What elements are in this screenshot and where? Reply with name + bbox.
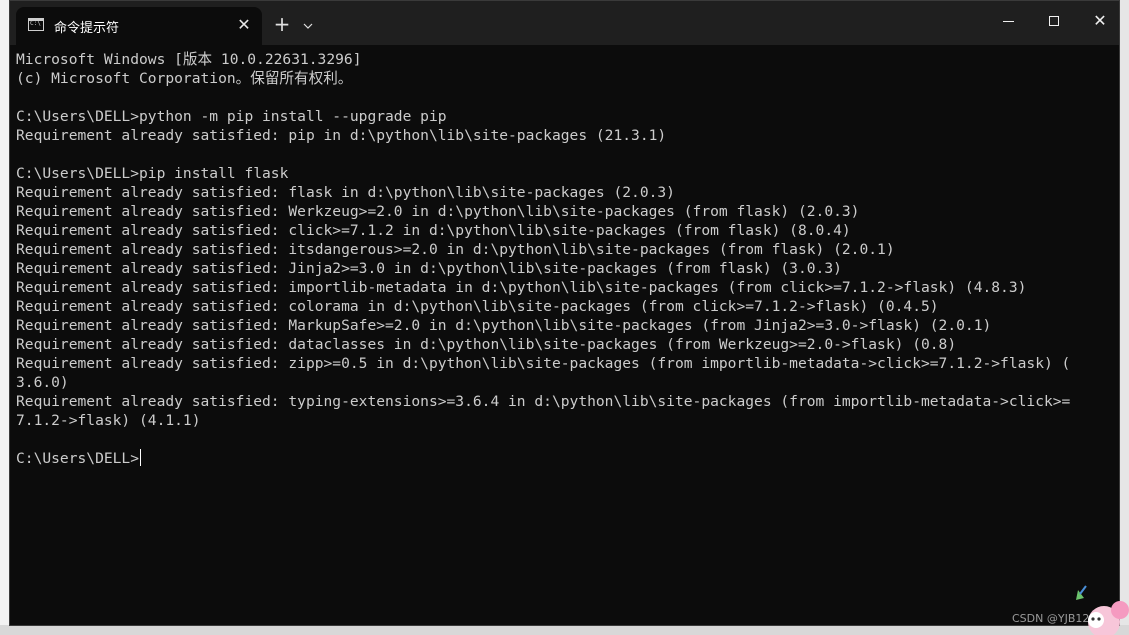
console-output[interactable]: Microsoft Windows [版本 10.0.22631.3296] (c… — [10, 45, 1119, 625]
tab-close-icon[interactable]: ✕ — [234, 15, 254, 35]
title-bar[interactable]: 命令提示符 ✕ + ✕ — [10, 1, 1119, 45]
console-line: 7.1.2->flask) (4.1.1) — [16, 412, 201, 429]
console-line: C:\Users\DELL>pip install flask — [16, 165, 289, 182]
console-line: Requirement already satisfied: pip in d:… — [16, 127, 667, 144]
tab-title: 命令提示符 — [54, 21, 120, 36]
minimize-icon — [1003, 21, 1014, 22]
maximize-icon — [1049, 16, 1059, 26]
desktop: 命令提示符 ✕ + ✕ Microsoft Windows [版本 10.0.2… — [0, 0, 1129, 635]
close-button[interactable]: ✕ — [1077, 1, 1119, 41]
background-window-edge — [0, 0, 9, 635]
console-line: Requirement already satisfied: zipp>=0.5… — [16, 355, 1071, 372]
tab-command-prompt[interactable]: 命令提示符 ✕ — [16, 7, 262, 45]
console-line: Requirement already satisfied: typing-ex… — [16, 393, 1071, 410]
chevron-down-icon — [303, 23, 313, 29]
console-line: Requirement already satisfied: flask in … — [16, 184, 675, 201]
maximize-button[interactable] — [1031, 1, 1077, 41]
console-line: Requirement already satisfied: dataclass… — [16, 336, 957, 353]
prompt-text: C:\Users\DELL> — [16, 450, 140, 467]
new-tab-button[interactable]: + — [270, 13, 294, 37]
tab-dropdown-button[interactable] — [298, 13, 318, 37]
mascot-sticker-icon — [1076, 585, 1129, 635]
console-line: C:\Users\DELL>python -m pip install --up… — [16, 108, 447, 125]
console-line: Requirement already satisfied: importlib… — [16, 279, 1027, 296]
console-line: Requirement already satisfied: colorama … — [16, 298, 939, 315]
terminal-icon — [28, 18, 44, 31]
console-line: Requirement already satisfied: MarkupSaf… — [16, 317, 992, 334]
background-taskbar-edge — [0, 625, 1129, 635]
console-line: 3.6.0) — [16, 374, 69, 391]
console-line: Requirement already satisfied: itsdanger… — [16, 241, 895, 258]
console-line: (c) Microsoft Corporation。保留所有权利。 — [16, 70, 353, 87]
console-line: Microsoft Windows [版本 10.0.22631.3296] — [16, 51, 362, 68]
console-line: Requirement already satisfied: Jinja2>=3… — [16, 260, 842, 277]
console-line: Requirement already satisfied: Werkzeug>… — [16, 203, 860, 220]
minimize-button[interactable] — [985, 1, 1031, 41]
terminal-window: 命令提示符 ✕ + ✕ Microsoft Windows [版本 10.0.2… — [9, 0, 1120, 626]
console-prompt[interactable]: C:\Users\DELL> — [16, 449, 1119, 468]
text-cursor — [140, 449, 142, 466]
console-line: Requirement already satisfied: click>=7.… — [16, 222, 851, 239]
